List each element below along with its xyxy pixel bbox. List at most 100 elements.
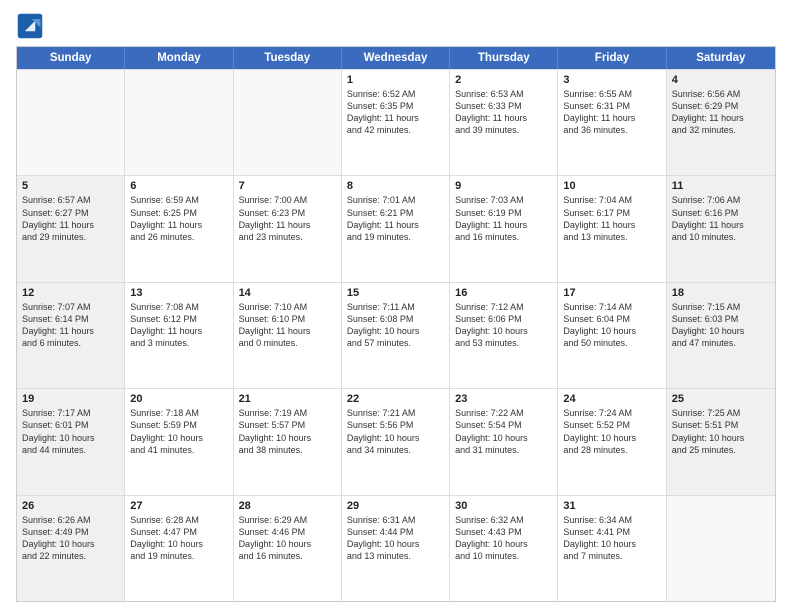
calendar-cell: 20 Sunrise: 7:18 AM Sunset: 5:59 PM Dayli… (125, 389, 233, 494)
calendar-cell: 12Sunrise: 7:07 AM Sunset: 6:14 PM Dayli… (17, 283, 125, 388)
day-number: 6 (130, 180, 227, 192)
day-number: 8 (347, 180, 444, 192)
calendar-row: 1Sunrise: 6:52 AM Sunset: 6:35 PM Daylig… (17, 69, 775, 175)
day-number: 16 (455, 287, 552, 299)
cell-info: Sunrise: 7:03 AM Sunset: 6:19 PM Dayligh… (455, 194, 552, 243)
weekday-header: Tuesday (234, 47, 342, 69)
calendar-cell: 21 Sunrise: 7:19 AM Sunset: 5:57 PM Dayli… (234, 389, 342, 494)
calendar-cell: 8 Sunrise: 7:01 AM Sunset: 6:21 PM Daylig… (342, 176, 450, 281)
calendar-row: 19 Sunrise: 7:17 AM Sunset: 6:01 PM Dayli… (17, 388, 775, 494)
cell-info: Sunrise: 6:53 AM Sunset: 6:33 PM Dayligh… (455, 88, 552, 137)
cell-info: Sunrise: 6:31 AM Sunset: 4:44 PM Dayligh… (347, 514, 444, 563)
cell-info: Sunrise: 6:28 AM Sunset: 4:47 PM Dayligh… (130, 514, 227, 563)
calendar-cell: 11Sunrise: 7:06 AM Sunset: 6:16 PM Dayli… (667, 176, 775, 281)
weekday-header: Monday (125, 47, 233, 69)
logo (16, 12, 46, 40)
calendar-row: 26 Sunrise: 6:26 AM Sunset: 4:49 PM Dayli… (17, 495, 775, 601)
calendar-cell: 15Sunrise: 7:11 AM Sunset: 6:08 PM Dayli… (342, 283, 450, 388)
day-number: 13 (130, 287, 227, 299)
calendar-cell: 17 Sunrise: 7:14 AM Sunset: 6:04 PM Dayli… (558, 283, 666, 388)
calendar-cell: 30 Sunrise: 6:32 AM Sunset: 4:43 PM Dayli… (450, 496, 558, 601)
calendar-cell: 22 Sunrise: 7:21 AM Sunset: 5:56 PM Dayli… (342, 389, 450, 494)
cell-info: Sunrise: 6:52 AM Sunset: 6:35 PM Dayligh… (347, 88, 444, 137)
calendar-cell: 25 Sunrise: 7:25 AM Sunset: 5:51 PM Dayli… (667, 389, 775, 494)
day-number: 25 (672, 393, 770, 405)
cell-info: Sunrise: 6:56 AM Sunset: 6:29 PM Dayligh… (672, 88, 770, 137)
calendar-cell: 28Sunrise: 6:29 AM Sunset: 4:46 PM Dayli… (234, 496, 342, 601)
day-number: 7 (239, 180, 336, 192)
calendar-row: 12Sunrise: 7:07 AM Sunset: 6:14 PM Dayli… (17, 282, 775, 388)
calendar-cell: 27 Sunrise: 6:28 AM Sunset: 4:47 PM Dayli… (125, 496, 233, 601)
cell-info: Sunrise: 7:15 AM Sunset: 6:03 PM Dayligh… (672, 301, 770, 350)
cell-info: Sunrise: 7:10 AM Sunset: 6:10 PM Dayligh… (239, 301, 336, 350)
day-number: 3 (563, 74, 660, 86)
calendar-cell: 16 Sunrise: 7:12 AM Sunset: 6:06 PM Dayli… (450, 283, 558, 388)
cell-info: Sunrise: 7:18 AM Sunset: 5:59 PM Dayligh… (130, 407, 227, 456)
logo-icon (16, 12, 44, 40)
cell-info: Sunrise: 6:26 AM Sunset: 4:49 PM Dayligh… (22, 514, 119, 563)
day-number: 31 (563, 500, 660, 512)
cell-info: Sunrise: 6:34 AM Sunset: 4:41 PM Dayligh… (563, 514, 660, 563)
cell-info: Sunrise: 7:19 AM Sunset: 5:57 PM Dayligh… (239, 407, 336, 456)
day-number: 22 (347, 393, 444, 405)
calendar-cell: 2 Sunrise: 6:53 AM Sunset: 6:33 PM Daylig… (450, 70, 558, 175)
cell-info: Sunrise: 7:08 AM Sunset: 6:12 PM Dayligh… (130, 301, 227, 350)
cell-info: Sunrise: 7:00 AM Sunset: 6:23 PM Dayligh… (239, 194, 336, 243)
calendar-cell: 23 Sunrise: 7:22 AM Sunset: 5:54 PM Dayli… (450, 389, 558, 494)
cell-info: Sunrise: 6:57 AM Sunset: 6:27 PM Dayligh… (22, 194, 119, 243)
day-number: 9 (455, 180, 552, 192)
calendar-cell: 14 Sunrise: 7:10 AM Sunset: 6:10 PM Dayli… (234, 283, 342, 388)
calendar-cell (234, 70, 342, 175)
day-number: 5 (22, 180, 119, 192)
day-number: 21 (239, 393, 336, 405)
cell-info: Sunrise: 6:55 AM Sunset: 6:31 PM Dayligh… (563, 88, 660, 137)
calendar-row: 5 Sunrise: 6:57 AM Sunset: 6:27 PM Daylig… (17, 175, 775, 281)
weekday-header: Sunday (17, 47, 125, 69)
day-number: 26 (22, 500, 119, 512)
day-number: 27 (130, 500, 227, 512)
calendar-cell: 1Sunrise: 6:52 AM Sunset: 6:35 PM Daylig… (342, 70, 450, 175)
day-number: 30 (455, 500, 552, 512)
cell-info: Sunrise: 7:01 AM Sunset: 6:21 PM Dayligh… (347, 194, 444, 243)
day-number: 23 (455, 393, 552, 405)
calendar-header: SundayMondayTuesdayWednesdayThursdayFrid… (17, 47, 775, 69)
day-number: 24 (563, 393, 660, 405)
day-number: 20 (130, 393, 227, 405)
cell-info: Sunrise: 7:14 AM Sunset: 6:04 PM Dayligh… (563, 301, 660, 350)
cell-info: Sunrise: 7:06 AM Sunset: 6:16 PM Dayligh… (672, 194, 770, 243)
calendar-cell: 5 Sunrise: 6:57 AM Sunset: 6:27 PM Daylig… (17, 176, 125, 281)
day-number: 12 (22, 287, 119, 299)
calendar: SundayMondayTuesdayWednesdayThursdayFrid… (16, 46, 776, 602)
day-number: 2 (455, 74, 552, 86)
cell-info: Sunrise: 6:59 AM Sunset: 6:25 PM Dayligh… (130, 194, 227, 243)
weekday-header: Friday (558, 47, 666, 69)
day-number: 19 (22, 393, 119, 405)
cell-info: Sunrise: 6:32 AM Sunset: 4:43 PM Dayligh… (455, 514, 552, 563)
cell-info: Sunrise: 7:24 AM Sunset: 5:52 PM Dayligh… (563, 407, 660, 456)
day-number: 4 (672, 74, 770, 86)
calendar-cell (125, 70, 233, 175)
calendar-cell: 10Sunrise: 7:04 AM Sunset: 6:17 PM Dayli… (558, 176, 666, 281)
cell-info: Sunrise: 7:04 AM Sunset: 6:17 PM Dayligh… (563, 194, 660, 243)
cell-info: Sunrise: 7:21 AM Sunset: 5:56 PM Dayligh… (347, 407, 444, 456)
day-number: 29 (347, 500, 444, 512)
calendar-cell (667, 496, 775, 601)
calendar-cell: 18Sunrise: 7:15 AM Sunset: 6:03 PM Dayli… (667, 283, 775, 388)
weekday-header: Thursday (450, 47, 558, 69)
cell-info: Sunrise: 7:12 AM Sunset: 6:06 PM Dayligh… (455, 301, 552, 350)
day-number: 17 (563, 287, 660, 299)
calendar-body: 1Sunrise: 6:52 AM Sunset: 6:35 PM Daylig… (17, 69, 775, 601)
calendar-cell: 3 Sunrise: 6:55 AM Sunset: 6:31 PM Daylig… (558, 70, 666, 175)
weekday-header: Saturday (667, 47, 775, 69)
cell-info: Sunrise: 6:29 AM Sunset: 4:46 PM Dayligh… (239, 514, 336, 563)
cell-info: Sunrise: 7:22 AM Sunset: 5:54 PM Dayligh… (455, 407, 552, 456)
cell-info: Sunrise: 7:17 AM Sunset: 6:01 PM Dayligh… (22, 407, 119, 456)
calendar-cell: 31 Sunrise: 6:34 AM Sunset: 4:41 PM Dayli… (558, 496, 666, 601)
weekday-header: Wednesday (342, 47, 450, 69)
day-number: 14 (239, 287, 336, 299)
calendar-cell: 9 Sunrise: 7:03 AM Sunset: 6:19 PM Daylig… (450, 176, 558, 281)
calendar-cell: 19 Sunrise: 7:17 AM Sunset: 6:01 PM Dayli… (17, 389, 125, 494)
cell-info: Sunrise: 7:25 AM Sunset: 5:51 PM Dayligh… (672, 407, 770, 456)
calendar-cell: 7 Sunrise: 7:00 AM Sunset: 6:23 PM Daylig… (234, 176, 342, 281)
cell-info: Sunrise: 7:11 AM Sunset: 6:08 PM Dayligh… (347, 301, 444, 350)
